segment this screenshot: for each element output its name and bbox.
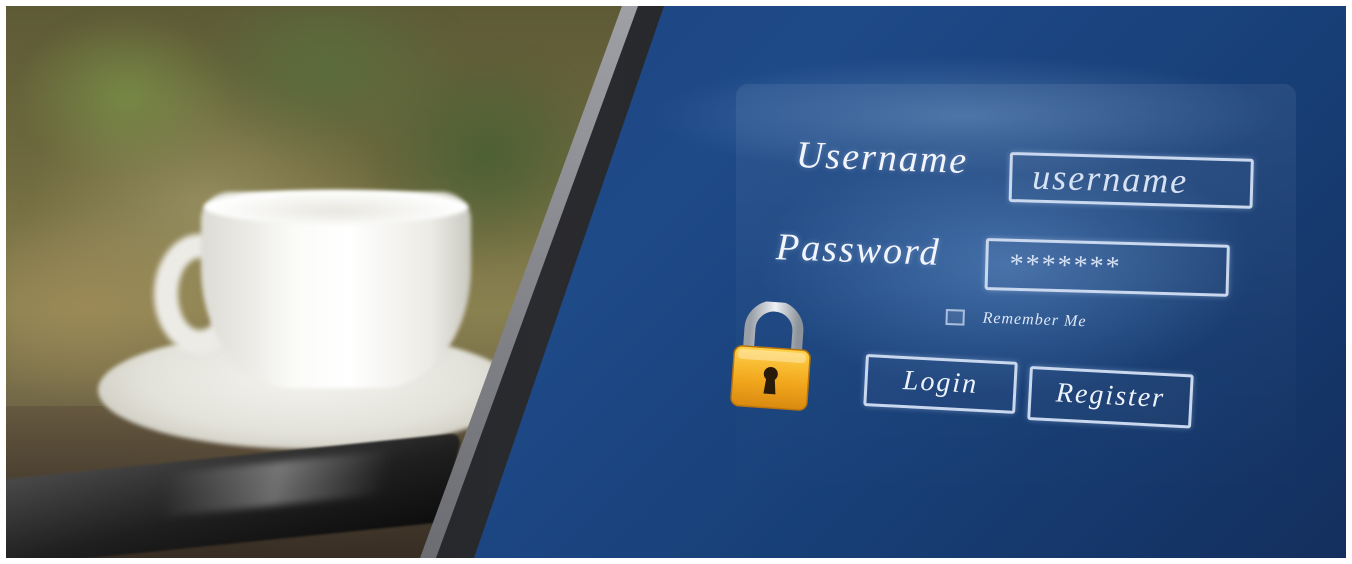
password-label: Password — [775, 226, 942, 274]
padlock-icon — [730, 300, 811, 411]
register-button[interactable]: Register — [1027, 366, 1194, 429]
password-field[interactable]: ******* — [984, 238, 1230, 297]
login-button[interactable]: Login — [863, 354, 1018, 414]
username-label: Username — [795, 134, 969, 182]
photo: Username username Password ******* Remem… — [6, 6, 1346, 558]
cup-rim — [204, 190, 468, 224]
remember-me-label: Remember Me — [982, 309, 1087, 331]
remember-me-checkbox[interactable] — [945, 309, 965, 326]
username-field[interactable]: username — [1008, 152, 1254, 209]
